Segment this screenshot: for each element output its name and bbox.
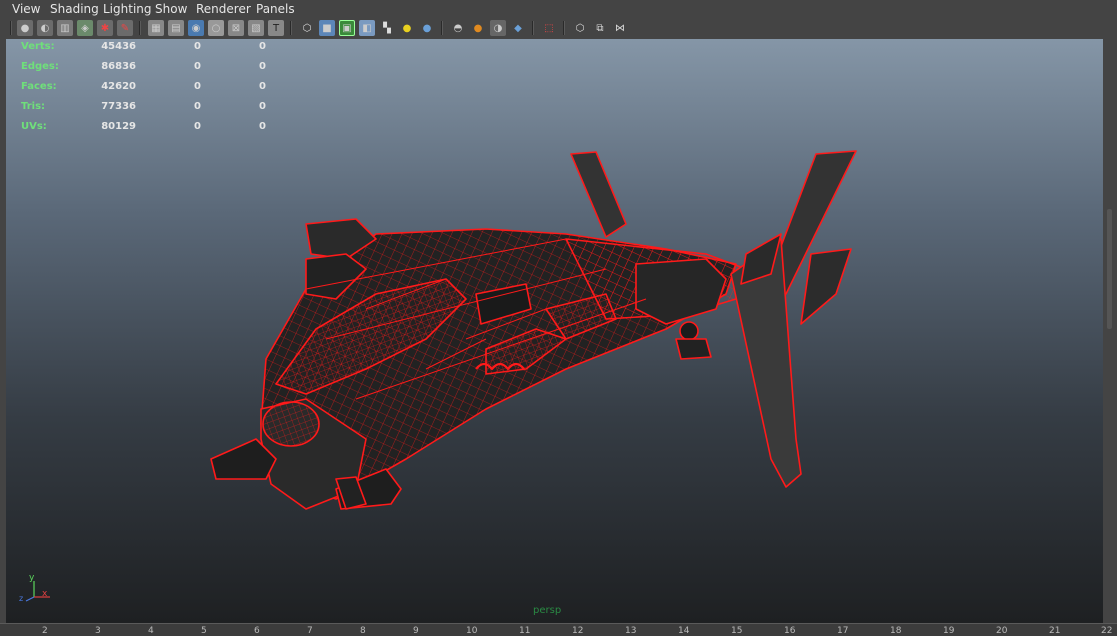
persp-viewport[interactable]: Verts: 45436 0 0 Edges: 86836 0 0 Faces:… bbox=[6, 39, 1103, 623]
landing-gear-mid bbox=[675, 338, 712, 360]
paint-icon[interactable]: ✎ bbox=[117, 20, 133, 36]
menu-lighting[interactable]: Lighting bbox=[103, 2, 152, 16]
separator bbox=[441, 21, 443, 35]
wireframe-icon[interactable]: ⬡ bbox=[299, 20, 315, 36]
xray-components-icon[interactable]: ⋈ bbox=[612, 20, 628, 36]
antialiasing-icon[interactable]: ◑ bbox=[490, 20, 506, 36]
separator bbox=[10, 21, 12, 35]
wireframe-on-shaded-icon[interactable]: ▣ bbox=[339, 20, 355, 36]
tail-stabilizer bbox=[800, 248, 852, 325]
bookmark-icon[interactable]: ▥ bbox=[57, 20, 73, 36]
film-gate-icon[interactable]: ▤ bbox=[168, 20, 184, 36]
axis-label-y: y bbox=[29, 573, 35, 583]
camera-label: persp bbox=[533, 605, 562, 616]
motion-blur-icon[interactable]: ● bbox=[470, 20, 486, 36]
field-chart-icon[interactable]: ⊠ bbox=[228, 20, 244, 36]
safe-title-icon[interactable]: T bbox=[268, 20, 284, 36]
rear-engine-pod bbox=[635, 258, 727, 325]
resolution-gate-icon[interactable]: ◉ bbox=[188, 20, 204, 36]
axis-gizmo bbox=[25, 581, 50, 602]
grid-icon[interactable]: ▦ bbox=[148, 20, 164, 36]
texture-icon[interactable]: ▚ bbox=[379, 20, 395, 36]
xray-joints-icon[interactable]: ⧉ bbox=[592, 20, 608, 36]
smooth-shade-icon[interactable]: ■ bbox=[319, 20, 335, 36]
xray-icon[interactable]: ⬡ bbox=[572, 20, 588, 36]
nose-cone bbox=[262, 401, 320, 447]
separator bbox=[563, 21, 565, 35]
aircraft-wireframe[interactable] bbox=[210, 150, 857, 510]
axis-label-z: z bbox=[19, 594, 24, 603]
scrollbar-thumb[interactable] bbox=[1107, 209, 1112, 329]
dorsal-fin bbox=[570, 151, 627, 238]
gate-mask-icon[interactable]: ○ bbox=[208, 20, 224, 36]
use-lights-icon[interactable]: ● bbox=[399, 20, 415, 36]
shadows-icon[interactable]: ● bbox=[419, 20, 435, 36]
right-scrollbar[interactable] bbox=[1103, 39, 1117, 623]
separator bbox=[290, 21, 292, 35]
menu-shading[interactable]: Shading bbox=[50, 2, 99, 16]
depth-of-field-icon[interactable]: ◆ bbox=[510, 20, 526, 36]
safe-action-icon[interactable]: ▧ bbox=[248, 20, 264, 36]
axis-label-x: x bbox=[42, 589, 48, 599]
separator bbox=[139, 21, 141, 35]
image-plane-icon[interactable]: ◈ bbox=[77, 20, 93, 36]
camera-attributes-icon[interactable]: ◐ bbox=[37, 20, 53, 36]
menu-renderer[interactable]: Renderer bbox=[196, 2, 251, 16]
rear-engine-ring bbox=[679, 321, 699, 341]
default-material-icon[interactable]: ◧ bbox=[359, 20, 375, 36]
isolate-select-icon[interactable]: ⬚ bbox=[541, 20, 557, 36]
isolate-icon[interactable]: ✱ bbox=[97, 20, 113, 36]
menu-panels[interactable]: Panels bbox=[256, 2, 295, 16]
wireframe-model[interactable] bbox=[6, 39, 1103, 623]
panel-toolbar: ● ◐ ▥ ◈ ✱ ✎ ▦ ▤ ◉ ○ ⊠ ▧ T ⬡ ■ ▣ ◧ ▚ ● ● … bbox=[0, 18, 1117, 40]
select-camera-icon[interactable]: ● bbox=[17, 20, 33, 36]
menu-view[interactable]: View bbox=[12, 2, 40, 16]
ambient-occlusion-icon[interactable]: ◓ bbox=[450, 20, 466, 36]
menu-bar: View Shading Lighting Show Renderer Pane… bbox=[0, 0, 1117, 18]
time-slider[interactable]: 2 3 4 5 6 7 8 9 10 11 12 13 14 15 16 17 … bbox=[0, 623, 1117, 636]
menu-show[interactable]: Show bbox=[155, 2, 187, 16]
separator bbox=[532, 21, 534, 35]
